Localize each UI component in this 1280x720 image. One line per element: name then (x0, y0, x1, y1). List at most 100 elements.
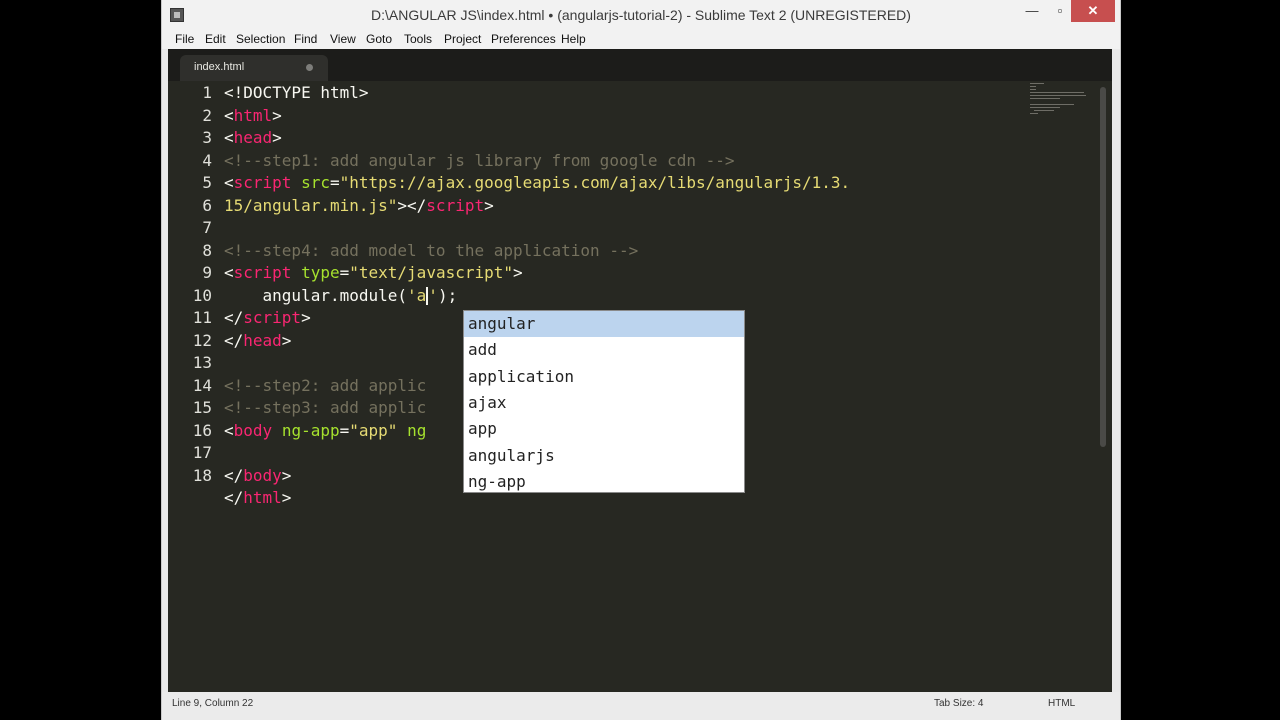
line-number: 18 (192, 465, 212, 485)
window-title: D:\ANGULAR JS\index.html • (angularjs-tu… (371, 7, 911, 23)
autocomplete-item[interactable]: angularjs (464, 443, 744, 469)
line-number: 15 (192, 398, 212, 417)
line-number: 14 (192, 375, 212, 395)
line-number: 1 (202, 83, 212, 102)
code-line[interactable]: <!--step3: add applic (224, 397, 426, 419)
menu-file[interactable]: File (175, 30, 194, 49)
line-number: 17 (192, 443, 212, 462)
autocomplete-item[interactable]: add (464, 337, 744, 363)
code-token: "text/javascript" (349, 263, 514, 282)
menu-bar: File Edit Selection Find View Goto Tools… (162, 30, 1120, 49)
code-line[interactable]: angular.module('a '); (224, 285, 457, 307)
code-token: = (329, 173, 340, 192)
code-token: html (233, 105, 273, 125)
code-token: script (426, 195, 485, 215)
code-token: ></ (397, 195, 427, 215)
code-token: "https://ajax.googleapis.com/ajax/libs/a… (339, 173, 851, 192)
code-token: > (513, 263, 523, 282)
line-number: 13 (192, 353, 212, 372)
code-line[interactable]: </head> (224, 330, 291, 352)
code-token: body (243, 465, 282, 485)
code-token: > (281, 330, 292, 350)
minimize-button[interactable]: — (1022, 0, 1042, 22)
code-token: = (339, 263, 350, 282)
syntax-indicator[interactable]: HTML (1048, 692, 1075, 716)
line-number-gutter: 1 2 3 4 5 6 7 8 9 10 11 12 13 14 15 16 17 18 (168, 81, 212, 692)
code-line[interactable]: <!--step2: add applic (224, 375, 426, 397)
code-token: type (301, 263, 340, 282)
code-token: <!--step3: add applic (224, 398, 427, 417)
code-token: <!DOCTYPE html> (224, 83, 369, 102)
autocomplete-item[interactable]: ng-app (464, 469, 744, 495)
code-token: </ (224, 308, 244, 327)
status-bar: Line 9, Column 22 Tab Size: 4 HTML (162, 692, 1120, 720)
code-line[interactable]: <script type="text/javascript"> (224, 262, 523, 284)
code-line[interactable]: <script src="https://ajax.googleapis.com… (224, 172, 850, 194)
line-number: 8 (202, 240, 212, 260)
code-line[interactable]: <html> (224, 105, 282, 127)
menu-project[interactable]: Project (444, 30, 481, 49)
code-token: head (233, 128, 273, 147)
code-token: </ (224, 488, 244, 507)
code-token: ng-app (281, 420, 340, 440)
cursor-position: Line 9, Column 22 (172, 698, 254, 709)
code-token: src (301, 173, 330, 192)
autocomplete-item[interactable]: app (464, 416, 744, 442)
code-token: < (224, 105, 234, 125)
code-line[interactable]: </script> (224, 307, 311, 329)
line-number: 7 (202, 218, 212, 237)
line-number: 6 (202, 195, 212, 215)
line-number: 9 (202, 263, 212, 282)
menu-edit[interactable]: Edit (205, 30, 226, 49)
code-token: html (243, 488, 282, 507)
title-bar[interactable]: D:\ANGULAR JS\index.html • (angularjs-tu… (162, 0, 1120, 30)
line-number: 5 (202, 173, 212, 192)
code-token: "app" (349, 420, 398, 440)
maximize-button[interactable]: ▫ (1050, 0, 1070, 22)
code-token: 15/angular.min.js" (224, 195, 398, 215)
menu-help[interactable]: Help (561, 30, 586, 49)
code-token: <!--step2: add applic (224, 375, 427, 395)
line-number: 3 (202, 128, 212, 147)
code-line[interactable]: <!DOCTYPE html> (224, 82, 369, 104)
code-token: </ (224, 330, 244, 350)
line-number: 4 (202, 150, 212, 170)
line-number: 2 (202, 105, 212, 125)
menu-selection[interactable]: Selection (236, 30, 285, 49)
code-line[interactable]: <!--step1: add angular js library from g… (224, 150, 735, 172)
code-line[interactable]: </body> (224, 465, 291, 487)
code-token: < (224, 420, 234, 440)
code-line[interactable]: 15/angular.min.js"></script> (224, 195, 494, 217)
code-token: script (243, 308, 302, 327)
vertical-scrollbar[interactable] (1100, 87, 1106, 447)
code-token: 'a (407, 285, 427, 305)
autocomplete-item[interactable]: application (464, 364, 744, 390)
code-token: = (339, 420, 350, 440)
menu-preferences[interactable]: Preferences (491, 30, 556, 49)
code-token: script (233, 173, 292, 192)
menu-tools[interactable]: Tools (404, 30, 432, 49)
close-button[interactable]: ✕ (1071, 0, 1115, 22)
code-token: angular.module( (224, 285, 408, 305)
autocomplete-item[interactable]: ajax (464, 390, 744, 416)
minimap[interactable] (1030, 81, 1090, 121)
code-token: <!--step1: add angular js library from g… (224, 150, 735, 170)
code-line[interactable]: </html> (224, 487, 291, 509)
autocomplete-item[interactable]: angular (464, 311, 744, 337)
code-token: ' (428, 285, 438, 305)
code-line[interactable]: <head> (224, 127, 282, 149)
menu-view[interactable]: View (330, 30, 356, 49)
menu-find[interactable]: Find (294, 30, 317, 49)
line-number: 16 (192, 420, 212, 440)
tab-size-indicator[interactable]: Tab Size: 4 (934, 692, 983, 716)
code-token: <!--step4: add model to the application … (224, 240, 639, 260)
menu-goto[interactable]: Goto (366, 30, 392, 49)
autocomplete-popup: angular add application ajax app angularjs ng-… (463, 310, 745, 493)
code-token: body (233, 420, 273, 440)
code-token: > (272, 105, 282, 125)
code-line[interactable]: <!--step4: add model to the application … (224, 240, 638, 262)
code-token: </ (224, 465, 244, 485)
code-token: > (301, 308, 311, 327)
